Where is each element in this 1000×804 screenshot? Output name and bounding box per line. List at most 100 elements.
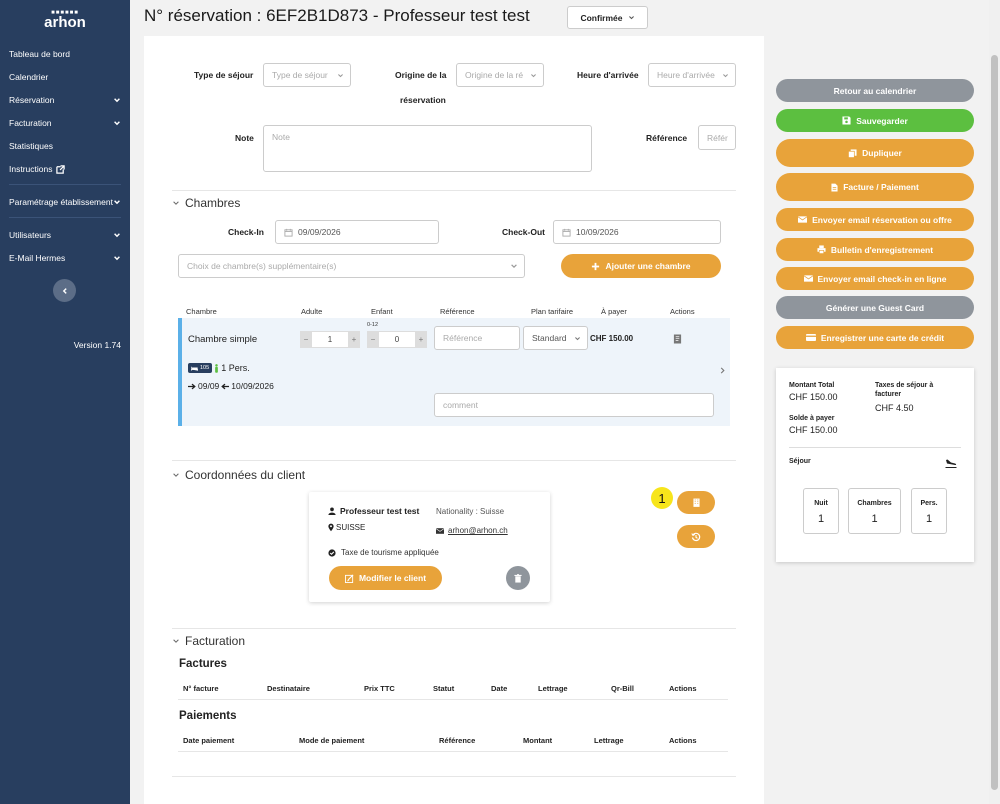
checkin-date-input[interactable]: 09/09/2026 xyxy=(275,220,439,244)
checkin-label: Check-In xyxy=(228,227,264,237)
envelope-icon xyxy=(798,216,808,223)
sidebar-item-instructions[interactable]: Instructions xyxy=(9,162,121,176)
room-choice-select[interactable]: Choix de chambre(s) supplémentaire(s) xyxy=(178,254,525,278)
logo-text: arhon xyxy=(44,14,86,31)
heure-arrivee-select[interactable]: Heure d'arrivée xyxy=(648,63,736,87)
adult-count[interactable]: 1 xyxy=(312,331,348,348)
registration-form-button[interactable]: Bulletin d'enregistrement xyxy=(776,238,974,261)
adult-increment-button[interactable]: + xyxy=(348,331,360,348)
tourist-tax-label-2: facturer xyxy=(875,391,902,398)
sidebar-item-reservation[interactable]: Réservation xyxy=(9,93,121,107)
rate-plan-select[interactable]: Standard xyxy=(523,326,588,350)
edit-icon xyxy=(344,574,354,583)
chevron-down-icon xyxy=(173,639,179,643)
bed-icon xyxy=(191,366,198,371)
delete-client-button[interactable] xyxy=(506,566,530,590)
sidebar-item-parametrage[interactable]: Paramétrage établissement xyxy=(9,195,121,209)
rooms-value: 1 xyxy=(871,513,878,525)
type-sejour-select[interactable]: Type de séjour xyxy=(263,63,351,87)
summary-divider xyxy=(789,447,961,448)
back-to-calendar-button[interactable]: Retour au calendrier xyxy=(776,79,974,102)
note-textarea[interactable]: Note xyxy=(263,125,592,172)
client-email-link[interactable]: arhon@arhon.ch xyxy=(448,526,508,535)
room-dates: 09/09 10/09/2026 xyxy=(188,381,274,391)
envelope-icon xyxy=(803,275,813,282)
file-icon xyxy=(831,183,838,191)
generate-guest-card-button[interactable]: Générer une Guest Card xyxy=(776,296,974,319)
facturation-title: Facturation xyxy=(185,634,246,648)
save-button[interactable]: Sauvegarder xyxy=(776,109,974,132)
total-amount-value: CHF 150.00 xyxy=(789,392,838,402)
room-persons: 1 Pers. xyxy=(221,363,250,373)
reference-placeholder: Référ xyxy=(707,132,728,143)
child-decrement-button[interactable]: − xyxy=(367,331,379,348)
send-reservation-email-button[interactable]: Envoyer email réservation ou offre xyxy=(776,208,974,231)
sidebar-collapse-button[interactable] xyxy=(53,279,76,302)
chevron-down-icon xyxy=(531,73,536,77)
child-stepper[interactable]: − 0 + xyxy=(367,331,427,348)
chevron-left-icon xyxy=(62,287,67,294)
note-placeholder: Note xyxy=(272,132,290,142)
facturation-section-header[interactable]: Facturation xyxy=(172,634,245,648)
room-comment-input[interactable]: comment xyxy=(434,393,714,417)
chevron-right-icon[interactable] xyxy=(719,366,726,375)
logo[interactable]: ■■■■■■ arhon xyxy=(0,10,130,30)
chambres-section-header[interactable]: Chambres xyxy=(172,196,240,210)
room-reference-placeholder: Référence xyxy=(443,333,483,343)
origine-select[interactable]: Origine de la ré xyxy=(456,63,544,87)
sidebar-item-label: Facturation xyxy=(9,118,52,128)
child-increment-button[interactable]: + xyxy=(415,331,427,348)
sidebar-item-tableau-de-bord[interactable]: Tableau de bord xyxy=(9,47,121,61)
page-scrollbar[interactable] xyxy=(989,0,1000,804)
adult-stepper[interactable]: − 1 + xyxy=(300,331,360,348)
reference-input[interactable]: Référ xyxy=(698,125,736,150)
send-checkin-email-button[interactable]: Envoyer email check-in en ligne xyxy=(776,267,974,290)
chevron-down-icon xyxy=(511,264,517,269)
col-actions: Actions xyxy=(670,307,695,316)
checkout-date-input[interactable]: 10/09/2026 xyxy=(553,220,721,244)
type-sejour-placeholder: Type de séjour xyxy=(272,70,328,80)
invoice-payment-label: Facture / Paiement xyxy=(843,182,919,192)
chevron-down-icon xyxy=(338,73,343,77)
col-a-payer: À payer xyxy=(601,307,627,316)
add-room-button[interactable]: Ajouter une chambre xyxy=(561,254,721,278)
child-count[interactable]: 0 xyxy=(379,331,415,348)
scrollbar-thumb[interactable] xyxy=(991,55,998,790)
factures-title: Factures xyxy=(179,658,227,670)
status-dropdown[interactable]: Confirmée xyxy=(567,6,648,29)
client-history-button[interactable] xyxy=(677,525,715,548)
room-row[interactable]: Chambre simple − 1 + 0-12 − 0 + Référenc… xyxy=(178,318,730,426)
sidebar-item-label: Tableau de bord xyxy=(9,49,70,59)
sidebar-divider xyxy=(9,217,121,218)
page-title: N° réservation : 6EF2B1D873 - Professeur… xyxy=(144,6,530,25)
heure-arrivee-label: Heure d'arrivée xyxy=(577,70,639,80)
client-section-header[interactable]: Coordonnées du client xyxy=(172,468,305,482)
sidebar-item-email-hermes[interactable]: E-Mail Hermes xyxy=(9,251,121,265)
building-icon xyxy=(692,498,700,507)
sidebar-item-statistiques[interactable]: Statistiques xyxy=(9,139,121,153)
step-number-badge: 1 xyxy=(651,487,673,509)
person-icon xyxy=(215,363,219,373)
map-marker-icon xyxy=(328,523,334,532)
sidebar-item-utilisateurs[interactable]: Utilisateurs xyxy=(9,228,121,242)
edit-client-button[interactable]: Modifier le client xyxy=(329,566,442,590)
sidebar-item-facturation[interactable]: Facturation xyxy=(9,116,121,130)
save-label: Sauvegarder xyxy=(856,115,908,126)
sidebar-item-label: E-Mail Hermes xyxy=(9,253,66,263)
chevron-down-icon xyxy=(575,336,580,340)
reference-label: Référence xyxy=(646,133,688,143)
room-reference-input[interactable]: Référence xyxy=(434,326,520,350)
calendar-icon xyxy=(562,228,571,237)
duplicate-button[interactable]: Dupliquer xyxy=(776,139,974,167)
col-date-paiement: Date paiement xyxy=(183,736,235,745)
persons-label: Pers. xyxy=(920,500,938,507)
table-divider xyxy=(178,699,728,700)
client-title: Coordonnées du client xyxy=(185,468,306,482)
client-building-button[interactable] xyxy=(677,491,715,514)
sidebar-item-calendrier[interactable]: Calendrier xyxy=(9,70,121,84)
adult-decrement-button[interactable]: − xyxy=(300,331,312,348)
invoice-icon[interactable] xyxy=(673,334,682,344)
user-icon xyxy=(328,507,336,515)
invoice-payment-button[interactable]: Facture / Paiement xyxy=(776,173,974,201)
register-credit-card-button[interactable]: Enregistrer une carte de crédit xyxy=(776,326,974,349)
